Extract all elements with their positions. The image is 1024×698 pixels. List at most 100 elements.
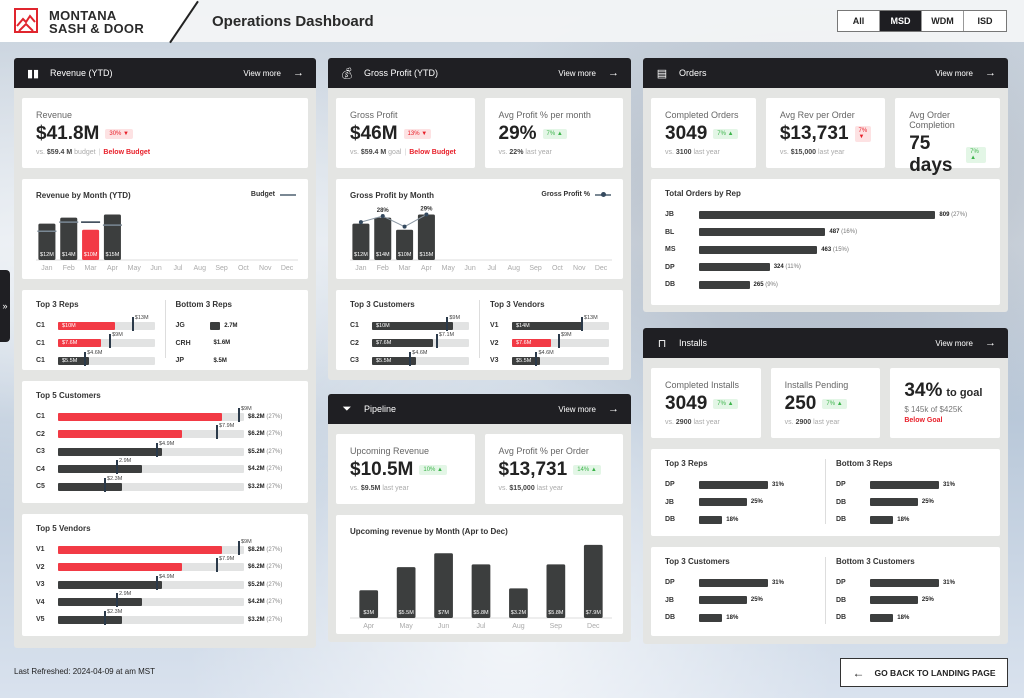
target-marker <box>238 540 240 555</box>
bullet-row: C4 2.9M $4.2M (27%) <box>36 458 294 479</box>
row-total: $4.2M (27%) <box>244 599 294 605</box>
bar-wrap: 487 (16%) <box>699 228 986 237</box>
bar-track: $5.5M $4.6M <box>372 350 469 366</box>
kpi-comparison: vs. $59.4 M goal | Below Budget <box>350 149 461 156</box>
arrow-right-icon[interactable]: → <box>608 67 619 79</box>
expand-sidebar-tab[interactable]: » <box>0 270 10 342</box>
list-title: Top 3 Customers <box>665 557 730 566</box>
bar <box>870 515 894 524</box>
vs-suffix: goal <box>388 149 402 156</box>
value: 31% <box>942 579 955 586</box>
bar <box>434 553 453 618</box>
reps-card: Top 3 Reps C1 $10M $13M C1 $7.6M $9M C1 $5.5M $4.… <box>22 290 308 370</box>
row-label: C5 <box>36 483 45 491</box>
orders-by-rep-card: Total Orders by Rep JB 809 (27%) BL 487 (16%… <box>651 179 1000 305</box>
delta-badge: 13% ▼ <box>403 129 432 139</box>
bar-row: DB 25% <box>836 592 986 610</box>
bar <box>699 613 723 622</box>
filter-wdm[interactable]: WDM <box>922 11 964 31</box>
view-more-link[interactable]: View more <box>935 69 973 78</box>
view-more-link[interactable]: View more <box>558 69 596 78</box>
value: 25% <box>750 499 763 506</box>
total-percent: (27%) <box>266 546 283 553</box>
bottom-3-reps: Bottom 3 Reps JG 2.7M CRH $1.6M JP $.5M <box>176 300 295 364</box>
target-marker <box>535 351 538 366</box>
x-tick-label: Sep <box>550 623 563 630</box>
pipeline-panel-header: ⏷ Pipeline View more → <box>328 394 631 424</box>
vs-prefix: vs. <box>779 149 789 156</box>
bar-wrap: 265 (9%) <box>699 280 986 289</box>
kpi-value-row: $46M 13% ▼ <box>350 123 461 145</box>
bar-value: 324 (11%) <box>774 264 801 270</box>
kpi-value: 29% <box>498 123 537 144</box>
bar-wrap: 809 (27%) <box>699 210 986 219</box>
kpi-value: $13,731 <box>779 123 849 144</box>
bar-value: 18% <box>897 517 909 523</box>
bar-wrap: 18% <box>699 515 815 524</box>
filter-msd[interactable]: MSD <box>880 11 922 31</box>
x-tick-label: Mar <box>399 265 412 272</box>
row-label: DP <box>836 481 846 489</box>
separator: | <box>404 149 407 156</box>
bar <box>870 498 918 507</box>
bar-value-label: $15M <box>106 252 120 258</box>
target-marker <box>446 316 449 331</box>
total-value: $4.2M <box>248 466 265 473</box>
view-more-link[interactable]: View more <box>243 69 281 78</box>
kpi-value: $13,731 <box>498 459 568 480</box>
arrow-right-icon[interactable]: → <box>985 337 996 349</box>
bar <box>870 480 939 489</box>
row-label: C1 <box>36 357 45 365</box>
bar-row: MS 463 (15%) <box>665 241 986 259</box>
percent: (27%) <box>951 211 968 218</box>
revenue-by-month-card: Revenue by Month (YTD) Budget Jan Feb Mar A… <box>22 179 308 279</box>
vs-value: $9.5M <box>360 485 381 492</box>
target-label: $2.3M <box>106 608 123 615</box>
bar-wrap: 31% <box>699 480 815 489</box>
target-label: $4.6M <box>538 349 554 356</box>
bullet-row: V1 $14M $13M <box>490 315 609 335</box>
bullet-row: V1 $9M $8.2M (27%) <box>36 539 294 559</box>
back-to-landing-button[interactable]: ← GO BACK TO LANDING PAGE <box>840 658 1008 687</box>
gross-profit-by-month-card: Gross Profit by Month Gross Profit % Jan… <box>336 179 623 279</box>
delta-badge: 7% ▲ <box>713 399 738 409</box>
value: 324 <box>773 264 784 271</box>
kpi-label: Completed Installs <box>665 380 740 390</box>
kpi-label: Completed Orders <box>665 110 739 120</box>
bar-fill <box>58 430 182 439</box>
triangle-up-icon: ▲ <box>435 467 443 473</box>
list-title: Bottom 3 Reps <box>836 459 893 468</box>
arrow-right-icon[interactable]: → <box>608 403 619 415</box>
view-more-link[interactable]: View more <box>558 405 596 414</box>
bar-track: $9M <box>58 539 252 555</box>
bullet-row: C1 $10M $13M <box>36 315 155 335</box>
view-more-link[interactable]: View more <box>935 339 973 348</box>
vs-value: 2900 <box>795 419 812 426</box>
bar-value-label: $5.5M <box>398 610 414 616</box>
gross-profit-by-month-chart: Jan Feb Mar Apr May Jun Jul Aug Sep Oct Nov Dec $12M… <box>350 207 612 272</box>
x-tick-label: Nov <box>259 265 272 272</box>
target-label: $9M <box>241 538 252 545</box>
value: 809 <box>939 211 950 218</box>
filter-all[interactable]: All <box>838 11 880 31</box>
bar-row: DP 31% <box>836 476 986 494</box>
row-total: $5.2M (27%) <box>244 582 294 588</box>
x-tick-label: Jul <box>173 265 182 272</box>
arrow-right-icon[interactable]: → <box>985 67 996 79</box>
bar-value: 265 (9%) <box>754 282 778 288</box>
x-tick-label: Sep <box>529 265 542 272</box>
bar-track: $4.9M <box>58 441 244 457</box>
filter-isd[interactable]: ISD <box>964 11 1006 31</box>
bar-track: $2.3M <box>58 476 244 492</box>
target-marker <box>109 334 112 349</box>
arrow-right-icon[interactable]: → <box>293 67 304 79</box>
bar-value-label: $7.9M <box>586 610 602 616</box>
install-reps-card: Top 3 Reps DP 31% JB 25% DB 18% Bottom 3 Reps D… <box>651 449 1000 536</box>
x-tick-label: Oct <box>552 265 563 272</box>
value: 25% <box>921 499 934 506</box>
bullet-row: V4 2.9M $4.2M (27%) <box>36 591 294 612</box>
bar-value-label: $14M <box>376 252 390 258</box>
row-label: DP <box>665 579 675 587</box>
list-title: Top 5 Vendors <box>36 524 91 533</box>
kpi-comparison: vs. 2900 last year <box>785 419 867 426</box>
